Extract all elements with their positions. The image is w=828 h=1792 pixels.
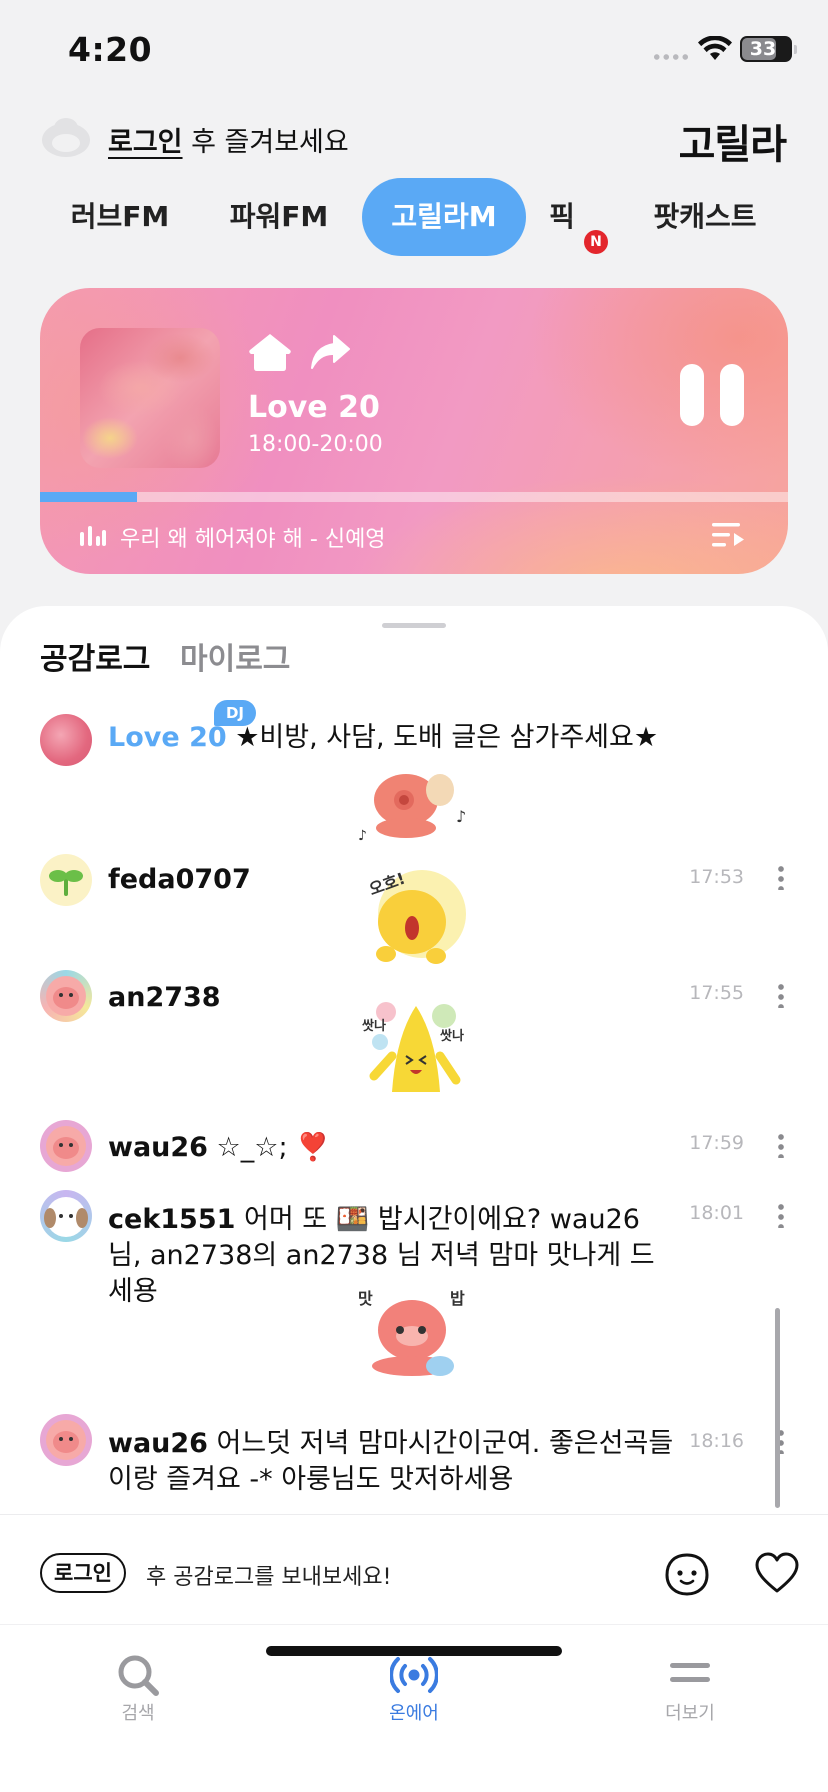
chat-username[interactable]: an2738 <box>108 982 221 1013</box>
tab-gorilla-m[interactable]: 고릴라M <box>362 178 526 256</box>
tab-power-fm[interactable]: 파워FM <box>198 178 360 256</box>
login-link[interactable]: 로그인 <box>108 127 183 158</box>
eating-octopus-sticker: 맛 밥 <box>358 1289 465 1376</box>
battery-icon: 33 <box>740 36 792 62</box>
user-avatar[interactable] <box>40 970 92 1022</box>
drag-handle[interactable] <box>382 623 446 628</box>
chat-username[interactable]: feda0707 <box>108 864 251 895</box>
home-icon[interactable] <box>248 332 292 372</box>
tab-empathy-log[interactable]: 공감로그 <box>40 634 150 678</box>
brand-logo[interactable]: 고릴라 <box>679 112 787 170</box>
status-time: 4:20 <box>68 30 153 69</box>
svg-text:♪: ♪ <box>456 807 466 826</box>
heart-icon[interactable] <box>754 1551 800 1595</box>
wifi-icon <box>698 36 732 60</box>
log-composer: 로그인 후 공감로그를 보내보세요! <box>0 1514 828 1624</box>
chat-username[interactable]: cek1551 <box>108 1204 235 1235</box>
tab-podcast[interactable]: 팟캐스트 <box>630 178 780 256</box>
now-playing-song: 우리 왜 헤어져야 해 - 신예영 <box>120 527 386 552</box>
chat-message: wau26 어느덧 저녁 맘마시간이군여. 좋은선곡들이랑 즐겨요 -* 아룽님… <box>108 1426 678 1498</box>
chat-username[interactable]: wau26 <box>108 1428 208 1459</box>
svg-text:♪: ♪ <box>358 828 367 844</box>
pause-icon <box>680 364 704 426</box>
chat-message-text: ☆_☆; ❣️ <box>207 1132 330 1163</box>
equalizer-icon <box>80 524 106 546</box>
composer-hint: 후 공감로그를 보내보세요! <box>146 1565 392 1590</box>
user-avatar[interactable] <box>40 1414 92 1466</box>
program-time: 18:00-20:00 <box>248 432 383 457</box>
user-avatar[interactable] <box>40 1190 92 1242</box>
now-playing-card[interactable]: Love 20 18:00-20:00 우리 왜 헤어져야 해 - 신예영 <box>40 288 788 574</box>
dancing-banana-sticker: 쌋나 쌋나 <box>362 1002 464 1092</box>
battery-level: 33 <box>749 38 777 60</box>
dj-avatar[interactable] <box>40 714 92 766</box>
more-options-icon[interactable] <box>778 1202 784 1228</box>
chat-username[interactable]: wau26 <box>108 1132 208 1163</box>
pause-button[interactable] <box>680 364 756 430</box>
share-icon[interactable] <box>310 334 350 370</box>
nav-search[interactable]: 검색 <box>78 1653 198 1725</box>
chat-timestamp: 18:16 <box>689 1430 744 1452</box>
home-indicator <box>266 1646 562 1656</box>
dj-message: ★비방, 사담, 도배 글은 삼가주세요★ <box>226 722 659 753</box>
chat-timestamp: 17:59 <box>689 1132 744 1154</box>
tab-my-log[interactable]: 마이로그 <box>180 634 290 678</box>
progress-fill <box>40 492 138 502</box>
scrollbar[interactable] <box>775 1308 780 1508</box>
tab-pick[interactable]: 픽 <box>542 178 582 256</box>
channel-tabs: 러브FM 파워FM 고릴라M 픽 N 팟캐스트 <box>40 178 800 256</box>
tab-love-fm[interactable]: 러브FM <box>40 178 200 256</box>
new-badge: N <box>584 230 608 254</box>
chat-message: wau26 ☆_☆; ❣️ <box>108 1130 678 1166</box>
svg-text:쌋나: 쌋나 <box>440 1028 464 1044</box>
nav-more[interactable]: 더보기 <box>630 1653 750 1725</box>
login-prompt: 로그인 후 즐겨보세요 <box>108 120 349 159</box>
program-title: Love 20 <box>248 390 380 425</box>
chat-timestamp: 18:01 <box>689 1202 744 1224</box>
nav-onair[interactable]: 온에어 <box>354 1653 474 1725</box>
playlist-icon[interactable] <box>710 520 746 550</box>
user-avatar[interactable] <box>40 1120 92 1172</box>
chat-timestamp: 17:53 <box>689 866 744 888</box>
menu-icon <box>670 1663 710 1682</box>
status-bar: 4:20 33 <box>0 0 828 100</box>
svg-text:밥: 밥 <box>450 1289 465 1308</box>
surprised-octopus-sticker: 오호! <box>367 869 466 964</box>
signal-icon <box>652 54 690 60</box>
guest-avatar-icon[interactable] <box>40 116 92 158</box>
more-options-icon[interactable] <box>778 982 784 1008</box>
dj-notice: Love 20 ★비방, 사담, 도배 글은 삼가주세요★ <box>108 720 788 756</box>
community-log-sheet: 공감로그 마이로그 DJ Love 20 ★비방, 사담, 도배 글은 삼가주세… <box>0 606 828 1792</box>
nav-label: 검색 <box>121 1703 155 1724</box>
svg-text:쌋나: 쌋나 <box>362 1018 386 1034</box>
more-options-icon[interactable] <box>778 1132 784 1158</box>
nav-label: 온에어 <box>389 1703 439 1724</box>
search-icon <box>118 1655 159 1696</box>
login-prompt-suffix: 후 즐겨보세요 <box>182 127 349 158</box>
header: 로그인 후 즐겨보세요 고릴라 <box>40 112 790 168</box>
more-options-icon[interactable] <box>778 864 784 890</box>
album-art <box>80 328 220 468</box>
chat-timestamp: 17:55 <box>689 982 744 1004</box>
user-avatar[interactable] <box>40 854 92 906</box>
progress-bar[interactable] <box>40 492 788 502</box>
broadcast-icon <box>390 1657 438 1693</box>
svg-text:맛: 맛 <box>358 1289 373 1308</box>
octopus-singing-sticker: ♪♪ <box>358 774 466 844</box>
emoji-icon[interactable] <box>664 1551 710 1597</box>
composer-login-button[interactable]: 로그인 <box>40 1553 126 1593</box>
dj-name: Love 20 <box>108 722 227 753</box>
nav-label: 더보기 <box>665 1703 715 1724</box>
